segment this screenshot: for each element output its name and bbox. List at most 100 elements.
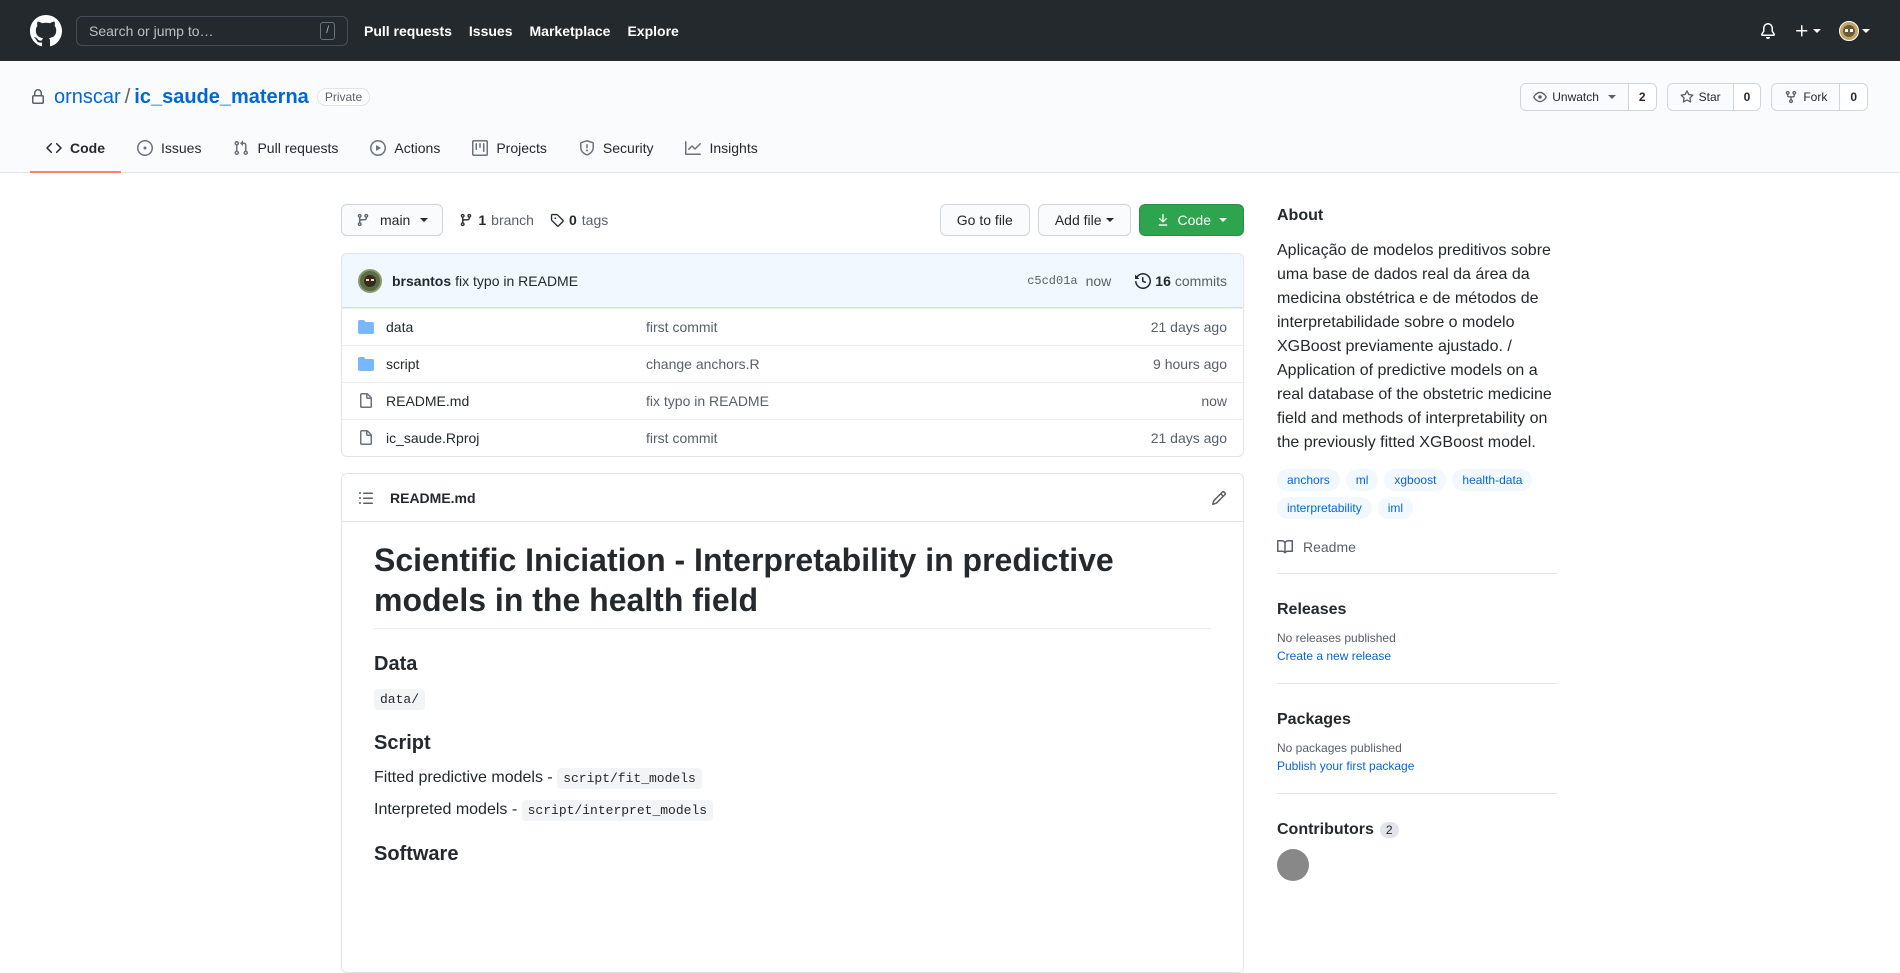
star-button[interactable]: Star — [1667, 84, 1734, 110]
file-icon — [360, 393, 372, 408]
tab-issues[interactable]: Issues — [121, 125, 217, 173]
nav-issues[interactable]: Issues — [469, 23, 513, 39]
add-file-label: Add file — [1054, 212, 1102, 228]
topic-tag[interactable]: health-data — [1452, 469, 1533, 491]
stars-count[interactable]: 0 — [1733, 84, 1761, 110]
commit-author[interactable]: brsantos — [392, 273, 451, 289]
nav-explore[interactable]: Explore — [627, 23, 678, 39]
tags-link[interactable]: 0 tags — [550, 212, 608, 228]
commit-count-label: commits — [1174, 272, 1227, 289]
repo-header: ornscar / ic_saude_materna Private Unwat… — [0, 61, 1900, 173]
table-row[interactable]: data first commit 21 days ago — [342, 308, 1243, 345]
repo-actions: Unwatch 2 Star 0 Fork 0 — [1520, 83, 1868, 111]
tab-pull-requests[interactable]: Pull requests — [217, 125, 354, 173]
packages-empty: No packages published — [1277, 741, 1402, 755]
nav-pull-requests[interactable]: Pull requests — [364, 23, 452, 39]
search-input[interactable]: Search or jump to… / — [76, 15, 348, 46]
watchers-count[interactable]: 2 — [1628, 84, 1656, 110]
contributors-heading[interactable]: Contributors 2 — [1277, 821, 1557, 839]
nav-marketplace[interactable]: Marketplace — [530, 23, 611, 39]
file-commit-message[interactable]: change anchors.R — [646, 356, 1153, 372]
packages-heading[interactable]: Packages — [1277, 711, 1557, 729]
chevron-down-icon — [1862, 28, 1870, 33]
file-name[interactable]: ic_saude.Rproj — [386, 430, 646, 446]
commit-sha[interactable]: c5cd01a — [1027, 274, 1077, 288]
commit-time: now — [1085, 272, 1112, 289]
file-name[interactable]: data — [386, 319, 646, 335]
bell-icon[interactable] — [1760, 22, 1776, 39]
file-age: 21 days ago — [1150, 319, 1227, 335]
contributors-heading-label: Contributors — [1277, 821, 1374, 838]
path-separator: / — [124, 85, 131, 108]
readme-header: README.md — [342, 474, 1243, 522]
divider — [1277, 793, 1557, 794]
branch-name: main — [380, 212, 411, 228]
branch-select-button[interactable]: main — [341, 204, 444, 236]
releases-heading-label: Releases — [1277, 601, 1347, 618]
repo-name-link[interactable]: ic_saude_materna — [134, 86, 309, 109]
topic-tag[interactable]: iml — [1377, 497, 1414, 519]
graph-icon — [685, 141, 702, 155]
add-file-button[interactable]: Add file — [1037, 204, 1131, 236]
topic-tag[interactable]: anchors — [1277, 469, 1340, 491]
repo-sidebar: About Aplicação de modelos preditivos so… — [1277, 173, 1557, 881]
file-icon — [360, 430, 372, 445]
commit-message[interactable]: fix typo in README — [455, 273, 578, 289]
fork-button[interactable]: Fork — [1772, 84, 1841, 110]
unwatch-label: Unwatch — [1552, 90, 1599, 104]
releases-heading[interactable]: Releases — [1277, 601, 1557, 619]
tab-actions[interactable]: Actions — [354, 125, 456, 173]
divider — [1277, 573, 1557, 574]
tab-code[interactable]: Code — [30, 125, 121, 173]
readme-link[interactable]: Readme — [1277, 539, 1557, 555]
table-row[interactable]: README.md fix typo in README now — [342, 382, 1243, 419]
repo-owner-link[interactable]: ornscar — [54, 86, 121, 109]
avatar[interactable] — [1277, 849, 1309, 881]
file-age: 21 days ago — [1150, 430, 1227, 446]
main-content: main 1 branch 0 tags Go to file Add file… — [341, 173, 1244, 973]
topic-tag[interactable]: interpretability — [1277, 497, 1372, 519]
file-name[interactable]: README.md — [386, 393, 646, 409]
commits-link[interactable]: 16 commits — [1135, 273, 1227, 289]
forks-count[interactable]: 0 — [1840, 84, 1867, 110]
history-icon — [1135, 272, 1152, 289]
create-new-menu[interactable] — [1794, 23, 1821, 39]
file-name[interactable]: script — [386, 356, 646, 372]
table-row[interactable]: ic_saude.Rproj first commit 21 days ago — [342, 419, 1243, 456]
readme-filename[interactable]: README.md — [390, 490, 476, 506]
chevron-down-icon — [420, 218, 429, 222]
tab-insights[interactable]: Insights — [669, 125, 773, 173]
contributors-count: 2 — [1379, 822, 1399, 838]
avatar[interactable] — [358, 268, 382, 293]
go-to-file-button[interactable]: Go to file — [939, 204, 1030, 236]
code-snippet: script/interpret_models — [521, 800, 714, 821]
project-icon — [472, 140, 489, 156]
tab-projects[interactable]: Projects — [456, 125, 563, 173]
topic-tag[interactable]: xgboost — [1384, 469, 1447, 491]
readme-content: Scientific Iniciation - Interpretability… — [342, 522, 1243, 898]
star-icon — [1680, 90, 1694, 103]
pencil-icon[interactable] — [1211, 490, 1227, 506]
github-logo-icon[interactable] — [30, 14, 62, 47]
file-commit-message[interactable]: first commit — [646, 430, 1151, 446]
topic-tag[interactable]: ml — [1345, 469, 1379, 491]
file-commit-message[interactable]: fix typo in README — [646, 393, 1201, 409]
list-icon[interactable] — [358, 490, 374, 506]
table-row[interactable]: script change anchors.R 9 hours ago — [342, 345, 1243, 382]
user-menu[interactable] — [1839, 20, 1870, 41]
releases-empty: No releases published — [1277, 631, 1396, 645]
readme-paragraph: Fitted predictive models - script/fit_mo… — [374, 768, 1211, 789]
avatar — [1839, 20, 1859, 41]
tab-label: Security — [602, 140, 654, 156]
file-browser: brsantos fix typo in README c5cd01a now … — [341, 253, 1244, 457]
header-nav: Pull requests Issues Marketplace Explore — [364, 23, 679, 39]
create-release-link[interactable]: Create a new release — [1277, 647, 1557, 665]
fork-label: Fork — [1803, 90, 1828, 104]
tab-security[interactable]: Security — [563, 125, 670, 173]
unwatch-button[interactable]: Unwatch — [1521, 84, 1629, 110]
branches-link[interactable]: 1 branch — [459, 212, 534, 228]
about-description: Aplicação de modelos preditivos sobre um… — [1277, 242, 1552, 451]
publish-package-link[interactable]: Publish your first package — [1277, 757, 1557, 775]
code-download-button[interactable]: Code — [1138, 204, 1244, 236]
file-commit-message[interactable]: first commit — [646, 319, 1151, 335]
